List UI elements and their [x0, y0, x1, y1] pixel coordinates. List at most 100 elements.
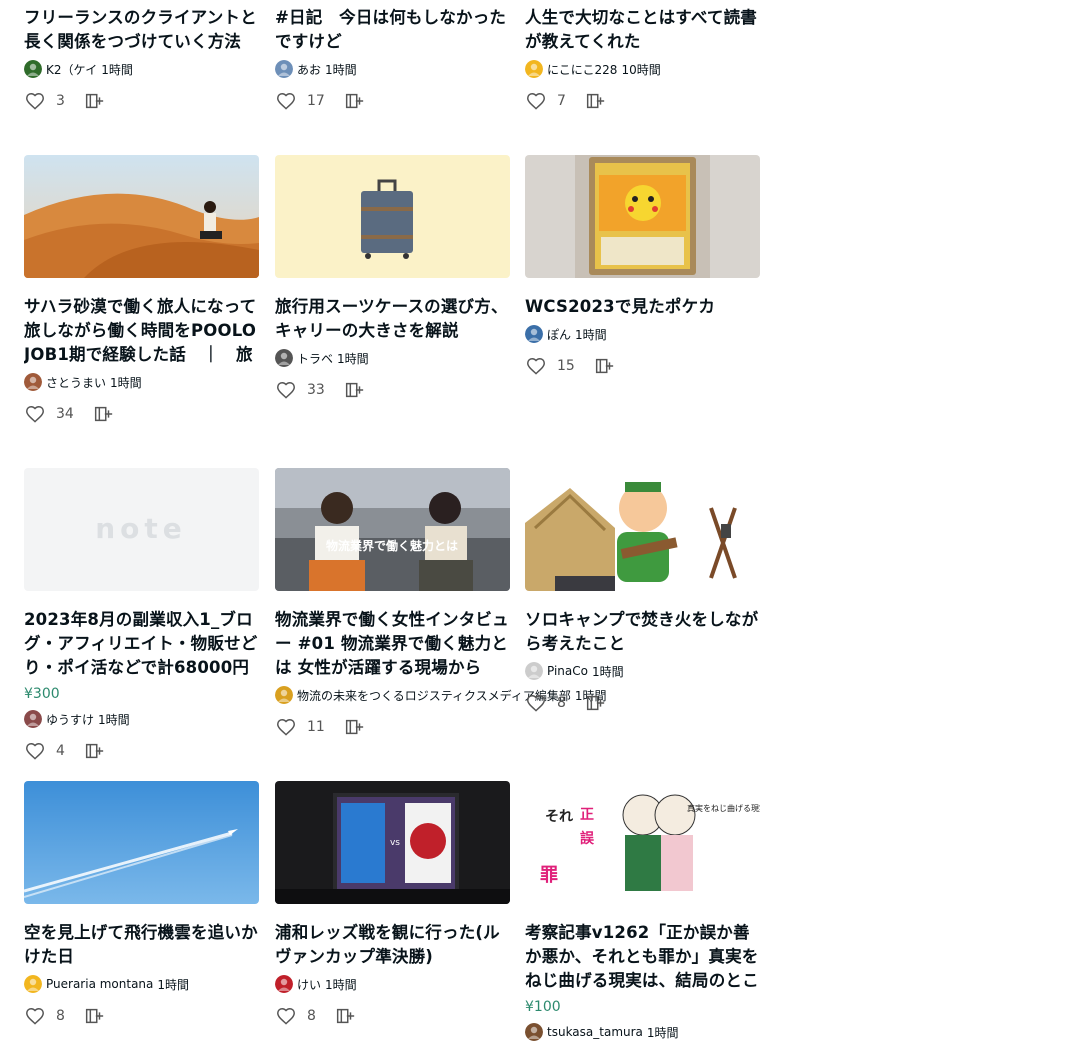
- post-time: 10時間: [621, 62, 661, 77]
- author-name[interactable]: にこにこ228: [547, 61, 617, 78]
- card-thumbnail[interactable]: [24, 781, 259, 904]
- card-thumbnail[interactable]: [525, 155, 760, 278]
- like-count: 3: [56, 93, 65, 109]
- post-time: 1時間: [575, 327, 607, 342]
- avatar[interactable]: [525, 1023, 543, 1041]
- card-title[interactable]: 2023年8月の副業収入1_ブログ・アフィリエイト・物販せどり・ポイ活などで計6…: [24, 608, 259, 680]
- note-card[interactable]: サハラ砂漠で働く旅人になって旅しながら働く時間をPOOLO JOB1期で経験した…: [24, 155, 259, 426]
- avatar[interactable]: [275, 686, 293, 704]
- author-name[interactable]: PinaCo: [547, 664, 588, 678]
- card-thumbnail[interactable]: それ正誤罪 真実をねじ曲げる現実は、: [525, 781, 760, 904]
- card-author-row: Pueraria montana 1時間: [24, 974, 259, 994]
- card-actions: 17: [275, 89, 510, 113]
- like-button[interactable]: 34: [24, 403, 74, 425]
- author-name[interactable]: K2（ケイ: [46, 61, 97, 78]
- like-count: 33: [307, 382, 325, 398]
- author-name[interactable]: さとうまい: [46, 374, 106, 391]
- add-to-magazine-button[interactable]: [343, 716, 365, 738]
- card-thumbnail[interactable]: [24, 155, 259, 278]
- note-card[interactable]: それ正誤罪 真実をねじ曲げる現実は、考察記事v1262「正か誤か善か悪か、それとも…: [525, 781, 760, 1042]
- note-card[interactable]: #日記 今日は何もしなかったですけどあお 1時間 17: [275, 6, 510, 113]
- post-time: 1時間: [98, 712, 130, 727]
- add-to-magazine-icon: [584, 90, 606, 112]
- like-count: 4: [56, 743, 65, 759]
- note-card[interactable]: 物流業界で働く魅力とは物流業界で働く女性インタビュー #01 物流業界で働く魅力…: [275, 468, 606, 739]
- svg-text:罪: 罪: [540, 865, 558, 886]
- author-name[interactable]: あお: [297, 61, 321, 78]
- card-author-row: ぽん 1時間: [525, 324, 760, 344]
- note-card[interactable]: 人生で大切なことはすべて読書が教えてくれたにこにこ228 10時間 7: [525, 6, 760, 113]
- avatar[interactable]: [275, 60, 293, 78]
- add-to-magazine-icon: [83, 90, 105, 112]
- post-time: 1時間: [110, 375, 142, 390]
- card-title[interactable]: 旅行用スーツケースの選び方、キャリーの大きさを解説: [275, 295, 510, 343]
- author-name[interactable]: ぽん: [547, 326, 571, 343]
- like-button[interactable]: 8: [525, 692, 566, 714]
- avatar[interactable]: [24, 60, 42, 78]
- card-author-row: tsukasa_tamura 1時間: [525, 1022, 760, 1042]
- card-actions: 15: [525, 354, 760, 378]
- avatar[interactable]: [275, 349, 293, 367]
- author-name[interactable]: ゆうすけ: [46, 711, 94, 728]
- heart-outline-icon: [24, 403, 46, 425]
- card-title[interactable]: サハラ砂漠で働く旅人になって旅しながら働く時間をPOOLO JOB1期で経験した…: [24, 295, 259, 367]
- avatar[interactable]: [525, 325, 543, 343]
- like-button[interactable]: 33: [275, 379, 325, 401]
- svg-text:真実をねじ曲げる現実は、: 真実をねじ曲げる現実は、: [687, 803, 760, 813]
- card-title[interactable]: 物流業界で働く女性インタビュー #01 物流業界で働く魅力とは 女性が活躍する現…: [275, 608, 510, 680]
- add-to-magazine-button[interactable]: [83, 90, 105, 112]
- add-to-magazine-button[interactable]: [343, 90, 365, 112]
- card-actions: 11: [275, 715, 510, 739]
- card-title[interactable]: ソロキャンプで焚き火をしながら考えたこと: [525, 608, 760, 656]
- card-thumbnail[interactable]: [525, 468, 760, 591]
- svg-text:それ: それ: [545, 809, 573, 825]
- card-title[interactable]: #日記 今日は何もしなかったですけど: [275, 6, 510, 54]
- like-button[interactable]: 7: [525, 90, 566, 112]
- post-time: 1時間: [592, 664, 624, 679]
- author-name[interactable]: トラベ: [297, 350, 333, 367]
- card-title[interactable]: フリーランスのクライアントと長く関係をつづけていく方法: [24, 6, 259, 54]
- card-thumbnail[interactable]: [275, 155, 510, 278]
- author-name[interactable]: Pueraria montana: [46, 977, 153, 991]
- author-name[interactable]: tsukasa_tamura: [547, 1025, 643, 1039]
- heart-outline-icon: [275, 90, 297, 112]
- add-to-magazine-button[interactable]: [343, 379, 365, 401]
- card-thumbnail[interactable]: vs: [275, 781, 510, 904]
- card-title[interactable]: 浦和レッズ戦を観に行った(ルヴァンカップ準決勝): [275, 921, 510, 969]
- note-card[interactable]: vs 浦和レッズ戦を観に行った(ルヴァンカップ準決勝) けい 1時間 8: [275, 781, 510, 1028]
- note-card[interactable]: note 2023年8月の副業収入1_ブログ・アフィリエイト・物販せどり・ポイ活な…: [24, 468, 259, 763]
- add-to-magazine-button[interactable]: [83, 740, 105, 762]
- card-thumbnail[interactable]: note: [24, 468, 259, 591]
- note-card[interactable]: フリーランスのクライアントと長く関係をつづけていく方法 K2（ケイ 1時間 3: [24, 6, 259, 113]
- note-card[interactable]: ソロキャンプで焚き火をしながら考えたこと PinaCo 1時間 8: [525, 468, 760, 715]
- card-author-row: 物流の未来をつくるロジスティクスメディア編集部 1時間: [275, 685, 606, 705]
- add-to-magazine-button[interactable]: [593, 355, 615, 377]
- like-button[interactable]: 17: [275, 90, 325, 112]
- card-title[interactable]: WCS2023で見たポケカ: [525, 295, 760, 319]
- card-thumbnail[interactable]: 物流業界で働く魅力とは: [275, 468, 510, 591]
- card-actions: 4: [24, 739, 259, 763]
- note-card[interactable]: WCS2023で見たポケカ ぽん 1時間 15: [525, 155, 760, 378]
- like-count: 8: [56, 1008, 65, 1024]
- add-to-magazine-icon: [83, 740, 105, 762]
- add-to-magazine-button[interactable]: [584, 692, 606, 714]
- avatar[interactable]: [525, 662, 543, 680]
- note-card[interactable]: 旅行用スーツケースの選び方、キャリーの大きさを解説 トラベ 1時間 33: [275, 155, 510, 402]
- author-name[interactable]: けい: [297, 976, 321, 993]
- like-button[interactable]: 11: [275, 716, 325, 738]
- post-time: 1時間: [325, 62, 357, 77]
- add-to-magazine-button[interactable]: [584, 90, 606, 112]
- add-to-magazine-button[interactable]: [92, 403, 114, 425]
- avatar[interactable]: [525, 60, 543, 78]
- card-title[interactable]: 空を見上げて飛行機雲を追いかけた日: [24, 921, 259, 969]
- avatar[interactable]: [24, 710, 42, 728]
- note-card[interactable]: 空を見上げて飛行機雲を追いかけた日 Pueraria montana 1時間 8: [24, 781, 259, 1028]
- avatar[interactable]: [24, 373, 42, 391]
- card-title[interactable]: 考察記事v1262「正か誤か善か悪か、それとも罪か」真実をねじ曲げる現実は、結局…: [525, 921, 760, 993]
- card-title[interactable]: 人生で大切なことはすべて読書が教えてくれた: [525, 6, 760, 54]
- avatar[interactable]: [24, 975, 42, 993]
- like-button[interactable]: 4: [24, 740, 65, 762]
- like-button[interactable]: 15: [525, 355, 575, 377]
- avatar[interactable]: [275, 975, 293, 993]
- like-button[interactable]: 3: [24, 90, 65, 112]
